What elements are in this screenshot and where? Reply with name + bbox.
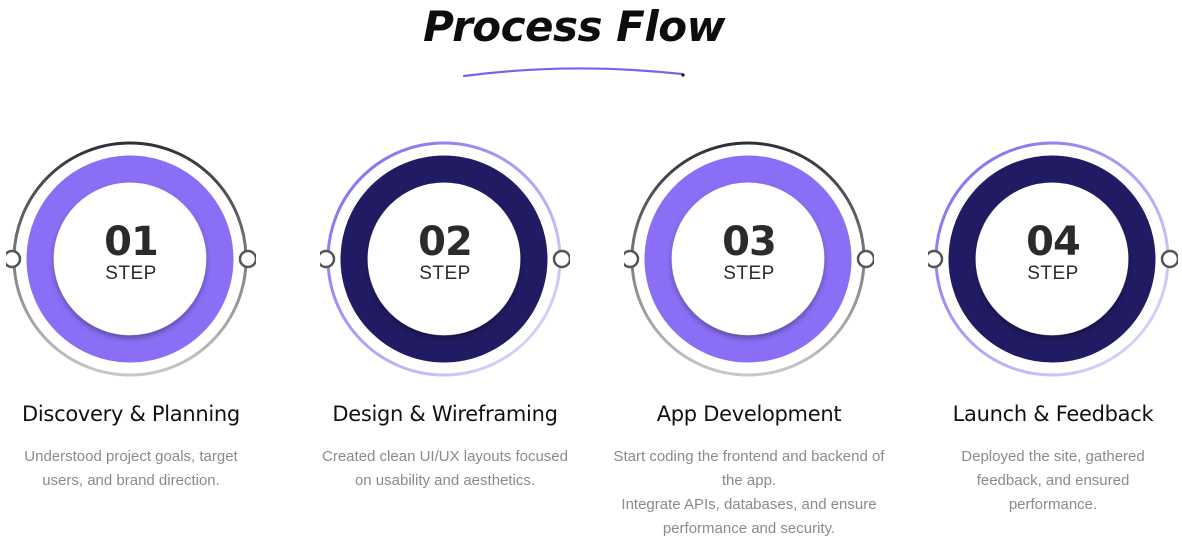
description-line: Created clean UI/UX layouts focused [322,448,568,465]
page-title: Process Flow [423,2,725,51]
description-line: users, and brand direction. [42,472,220,489]
step-heading: App Development [656,402,842,426]
description-line: Integrate APIs, databases, and ensure [621,496,877,513]
step-heading: Launch & Feedback [952,402,1154,426]
step-description: Understood project goals, target users, a… [0,445,281,493]
step-number: 02 [418,219,473,265]
step-heading: Discovery & Planning [22,402,240,426]
process-step-2: 02 STEP Design & Wireframing Created cle… [320,140,620,540]
step-circle: 02 STEP [320,140,570,384]
description-line: the app. [721,472,777,489]
description-line: performance. [1008,496,1098,513]
step-number: 04 [1026,219,1081,265]
step-circle: 01 STEP [6,140,256,384]
description-line: feedback, and ensured [976,472,1130,489]
description-line: Deployed the site, gathered [961,448,1145,465]
step-number: 03 [722,219,777,265]
description-line: Understood project goals, target [24,448,238,465]
step-heading: Design & Wireframing [332,402,558,426]
step-number: 01 [104,219,159,265]
description-line: performance and security. [662,520,836,537]
description-line: Start coding the frontend and backend of [613,448,885,465]
step-label: STEP [419,263,471,284]
description-line: on usability and aesthetics. [354,472,536,489]
step-description: Start coding the frontend and backend of… [599,445,899,541]
process-step-4: 04 STEP Launch & Feedback Deployed the s… [928,140,1182,540]
title-underline [462,67,685,78]
process-step-1: 01 STEP Discovery & Planning Understood … [6,140,306,540]
process-step-3: 03 STEP App Development Start coding the… [613,140,924,540]
step-label: STEP [723,263,775,284]
step-description: Deployed the site, gathered feedback, and… [903,445,1182,517]
step-circle: 04 STEP [928,140,1178,384]
step-label: STEP [1027,263,1079,284]
step-circle: 03 STEP [624,140,874,384]
step-description: Created clean UI/UX layouts focused on us… [295,445,595,493]
step-label: STEP [105,263,157,284]
